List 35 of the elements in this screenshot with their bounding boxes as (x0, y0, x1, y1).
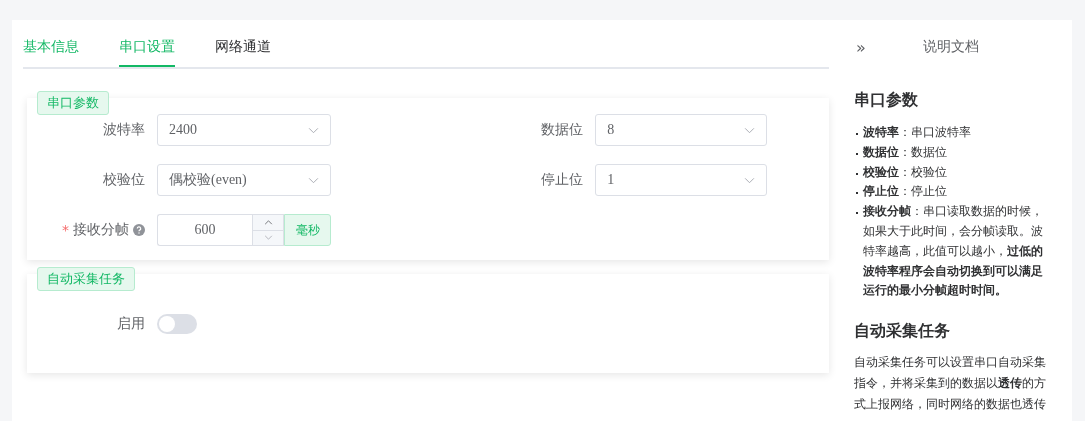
docs-paragraph: 自动采集任务可以设置串口自动采集指令，并将采集到的数据以透传的方式上报网络，同时网络的数据也透传 (854, 354, 1046, 414)
select-field[interactable]: 8 (595, 114, 767, 146)
field-label: 启用 (117, 315, 145, 333)
unit-label: 毫秒 (284, 214, 331, 246)
caret-icon (308, 176, 319, 184)
increment-button[interactable] (253, 215, 283, 230)
field-label: 校验位 (103, 171, 145, 189)
docs-item: 停止位：停止位 (863, 183, 948, 201)
required-mark: * (62, 222, 69, 238)
docs-item: 接收分帧：串口读取数据的时候，如果大于此时间，会分帧读取。波特率越高，此值可以越小，过低的波特率程序会自动切换到可以满足运行的最小分帧超时时间。 (863, 203, 1044, 300)
number-field[interactable]: 600 (157, 214, 252, 246)
tab[interactable]: 网络通道 (215, 36, 271, 67)
caret-icon (744, 176, 755, 184)
docs-title: 说明文档 (922, 38, 980, 56)
caret-icon (744, 126, 755, 134)
select-field[interactable]: 2400 (157, 114, 331, 146)
caret-icon (308, 126, 319, 134)
section-badge: 自动采集任务 (37, 267, 135, 291)
chevron-down-icon (263, 235, 273, 241)
field-label: 波特率 (103, 121, 145, 139)
docs-heading: 自动采集任务 (854, 321, 951, 343)
help-icon[interactable] (133, 224, 145, 236)
toggle-switch[interactable] (157, 314, 197, 334)
field-label: 数据位 (541, 121, 584, 139)
section-badge: 串口参数 (37, 91, 109, 115)
field-label: 接收分帧 (73, 221, 129, 239)
docs-item: 波特率：串口波特率 (863, 124, 972, 141)
chevron-up-icon (263, 219, 273, 225)
collapse-button[interactable]: » (854, 37, 880, 57)
docs-item: 数据位：数据位 (863, 143, 948, 161)
docs-item: 校验位：校验位 (863, 163, 948, 181)
field-label: 停止位 (541, 171, 584, 189)
select-field[interactable]: 偶校验(even) (157, 164, 331, 196)
docs-heading: 串口参数 (854, 90, 919, 111)
select-field[interactable]: 1 (595, 164, 767, 196)
